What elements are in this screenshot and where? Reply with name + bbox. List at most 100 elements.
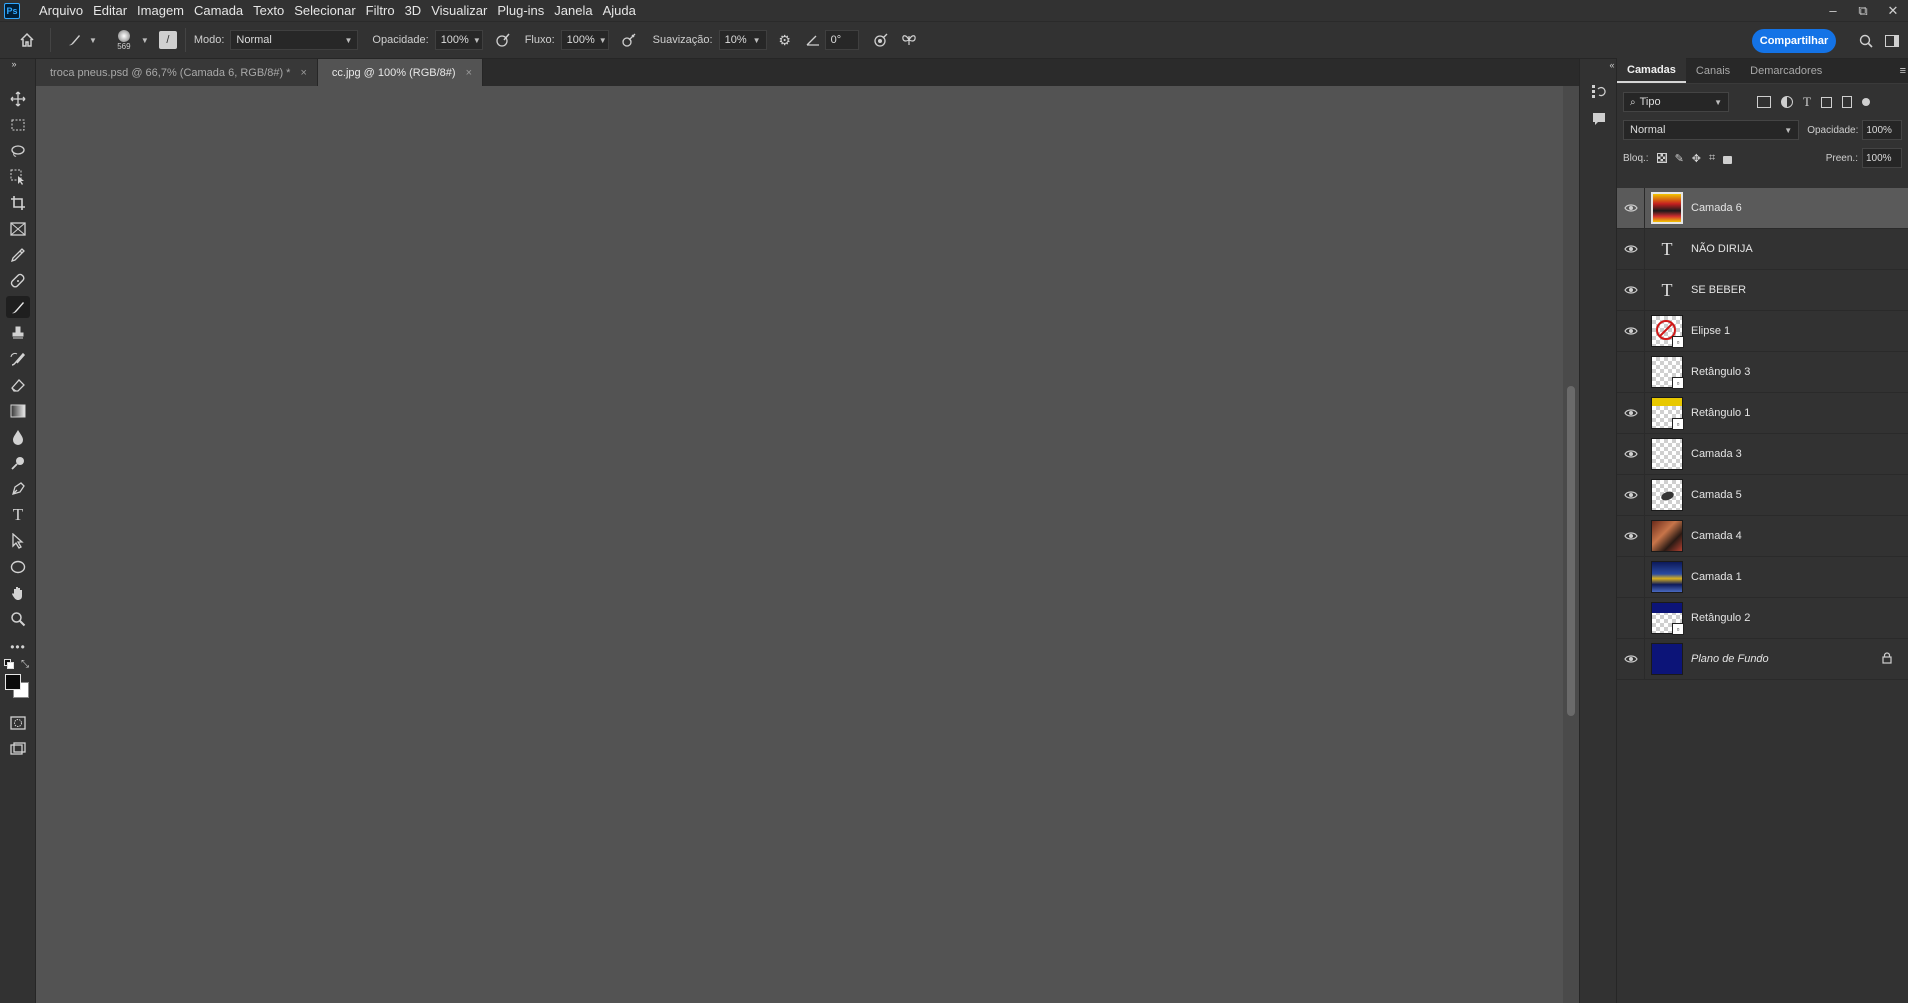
layer-row[interactable]: Plano de Fundo [1617,638,1908,680]
crop-tool-icon[interactable] [6,192,30,214]
share-button[interactable]: Compartilhar [1752,29,1836,53]
gradient-tool-icon[interactable] [6,400,30,422]
hand-tool-icon[interactable] [6,582,30,604]
close-tab-icon[interactable]: × [300,67,306,79]
opacity-input[interactable]: 100% ▼ [434,30,483,50]
lasso-tool-icon[interactable] [6,140,30,162]
layer-row[interactable]: Camada 5 [1617,474,1908,516]
comments-panel-icon[interactable] [1589,109,1609,129]
photoshop-logo-icon[interactable]: Ps [4,2,20,19]
lock-icon[interactable] [1882,652,1892,664]
visibility-eye-icon[interactable] [1617,638,1645,680]
search-icon[interactable] [1858,33,1874,49]
clone-stamp-tool-icon[interactable] [6,322,30,344]
menu-filtro[interactable]: Filtro [361,3,400,18]
layer-row[interactable]: T NÃO DIRIJA [1617,228,1908,270]
brush-tool-icon[interactable] [6,296,30,318]
layer-row[interactable]: T SE BEBER [1617,269,1908,311]
blur-tool-icon[interactable] [6,426,30,448]
object-selection-tool-icon[interactable] [6,166,30,188]
layer-row[interactable]: Camada 4 [1617,515,1908,557]
menu-texto[interactable]: Texto [248,3,289,18]
collapse-panel-icon[interactable]: » [2,59,26,69]
dodge-tool-icon[interactable] [6,452,30,474]
quick-mask-icon[interactable] [6,712,30,734]
visibility-eye-icon[interactable] [1617,310,1645,352]
tool-preset-chevron-down-icon[interactable]: ▼ [89,36,97,45]
menu-plugins[interactable]: Plug-ins [492,3,549,18]
tab-demarcadores[interactable]: Demarcadores [1740,58,1832,83]
layer-row[interactable]: ▫ Retângulo 2 [1617,597,1908,639]
ellipse-tool-icon[interactable] [6,556,30,578]
menu-visualizar[interactable]: Visualizar [426,3,492,18]
path-selection-tool-icon[interactable] [6,530,30,552]
healing-brush-tool-icon[interactable] [6,270,30,292]
visibility-eye-icon[interactable] [1617,228,1645,270]
menu-janela[interactable]: Janela [549,3,597,18]
mode-select[interactable]: Normal ▼ [230,30,359,50]
layer-row[interactable]: ▫ Elipse 1 [1617,310,1908,352]
layer-row[interactable]: ▫ Retângulo 1 [1617,392,1908,434]
default-colors-icon[interactable] [2,658,16,670]
filter-adjustment-icon[interactable] [1781,96,1793,108]
visibility-eye-icon[interactable] [1617,474,1645,516]
panel-menu-icon[interactable]: ≡ [1900,65,1906,77]
flow-input[interactable]: 100% ▼ [560,30,609,50]
lock-all-icon[interactable] [1723,155,1733,164]
pen-tool-icon[interactable] [6,478,30,500]
menu-editar[interactable]: Editar [88,3,132,18]
brush-preset-chevron-down-icon[interactable]: ▼ [141,36,149,45]
pressure-opacity-icon[interactable] [493,32,513,48]
lock-transparent-pixels-icon[interactable] [1656,153,1667,163]
filter-toggle-icon[interactable] [1861,98,1870,106]
visibility-eye-icon[interactable] [1617,515,1645,557]
minimize-button[interactable]: – [1818,0,1848,21]
history-brush-tool-icon[interactable] [6,348,30,370]
visibility-toggle-empty[interactable] [1617,597,1645,639]
visibility-toggle-empty[interactable] [1617,351,1645,393]
zoom-tool-icon[interactable] [6,608,30,630]
filter-type-select[interactable]: ⌕ Tipo ▼ [1623,92,1729,112]
visibility-eye-icon[interactable] [1617,433,1645,475]
smoothing-input[interactable]: 10% ▼ [718,30,767,50]
brush-preset-picker[interactable]: 569 [111,29,137,51]
marquee-tool-icon[interactable] [6,114,30,136]
layer-row[interactable]: Camada 1 [1617,556,1908,598]
menu-camada[interactable]: Camada [189,3,248,18]
close-button[interactable]: ✕ [1878,0,1908,21]
swap-colors-icon[interactable]: ⤡ [18,658,32,670]
workspace-layout-icon[interactable] [1884,33,1900,49]
brush-tool-icon[interactable] [63,32,85,48]
blend-mode-select[interactable]: Normal ▼ [1623,120,1800,140]
filter-smart-object-icon[interactable] [1841,96,1852,108]
eyedropper-tool-icon[interactable] [6,244,30,266]
menu-imagem[interactable]: Imagem [132,3,189,18]
layer-row[interactable]: ▫ Retângulo 3 [1617,351,1908,393]
vertical-scrollbar-thumb[interactable] [1567,386,1575,716]
type-tool-icon[interactable]: T [6,504,30,526]
visibility-eye-icon[interactable] [1617,392,1645,434]
brush-settings-panel-icon[interactable]: / [158,31,177,49]
brush-angle-input[interactable]: 0° [824,30,859,50]
close-tab-icon[interactable]: × [466,67,472,79]
visibility-toggle-empty[interactable] [1617,556,1645,598]
document-tab-troca-pneus[interactable]: troca pneus.psd @ 66,7% (Camada 6, RGB/8… [36,59,318,86]
screen-mode-icon[interactable] [6,738,30,760]
symmetry-butterfly-icon[interactable] [899,32,919,48]
filter-pixel-icon[interactable] [1757,96,1771,108]
filter-type-icon[interactable]: T [1803,94,1811,110]
lock-position-icon[interactable]: ✥ [1692,152,1701,165]
history-panel-icon[interactable] [1589,81,1609,101]
menu-ajuda[interactable]: Ajuda [598,3,641,18]
layer-opacity-input[interactable]: 100% [1862,120,1902,140]
move-tool-icon[interactable] [6,88,30,110]
fill-input[interactable]: 100% [1862,148,1902,168]
menu-3d[interactable]: 3D [400,3,427,18]
filter-shape-icon[interactable] [1820,96,1832,108]
menu-arquivo[interactable]: Arquivo [34,3,88,18]
layer-row[interactable]: Camada 6 [1617,187,1908,229]
frame-tool-icon[interactable] [6,218,30,240]
pressure-size-icon[interactable] [871,32,891,48]
foreground-color-swatch[interactable] [5,674,21,690]
layer-row[interactable]: Camada 3 [1617,433,1908,475]
